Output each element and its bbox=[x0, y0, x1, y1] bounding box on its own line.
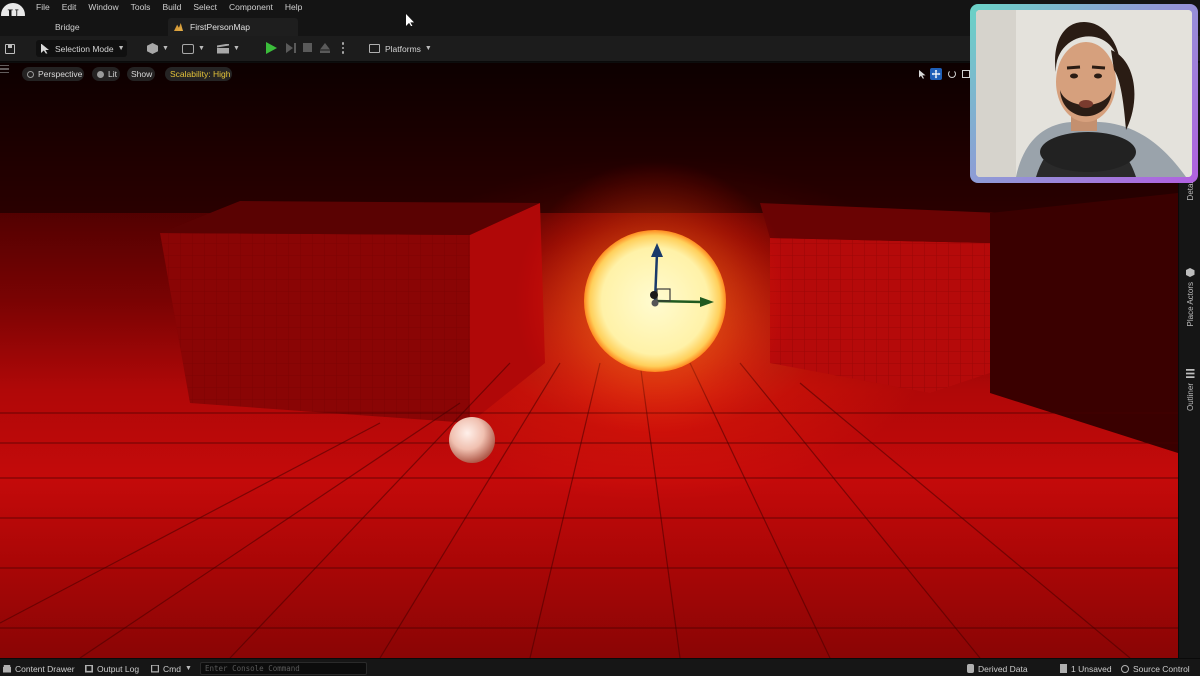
menu-edit[interactable]: Edit bbox=[56, 2, 83, 12]
play-icon[interactable] bbox=[266, 42, 277, 54]
webcam-overlay bbox=[970, 4, 1198, 183]
content-drawer-label: Content Drawer bbox=[15, 663, 75, 674]
derived-data-icon bbox=[967, 664, 974, 673]
source-control-label: Source Control bbox=[1133, 663, 1190, 674]
platforms-icon bbox=[369, 44, 380, 53]
show-label: Show bbox=[131, 69, 153, 79]
scale-tool-icon bbox=[962, 70, 970, 78]
right-wall bbox=[990, 193, 1178, 453]
save-icon bbox=[5, 43, 15, 54]
output-log-label: Output Log bbox=[97, 663, 140, 674]
perspective-button[interactable]: Perspective bbox=[22, 67, 84, 81]
select-tool-icon bbox=[918, 69, 926, 79]
place-actors-icon bbox=[1185, 268, 1195, 277]
source-control-button[interactable]: Source Control bbox=[1121, 662, 1190, 675]
content-drawer-icon bbox=[3, 664, 11, 673]
selection-mode-label: Selection Mode bbox=[55, 43, 114, 54]
move-tool-button[interactable] bbox=[930, 68, 942, 80]
level-map-icon bbox=[174, 23, 183, 31]
stop-icon[interactable] bbox=[303, 43, 312, 52]
place-actors-label: Place Actors bbox=[1185, 282, 1195, 327]
cinematics-icon bbox=[217, 43, 229, 54]
perspective-label: Perspective bbox=[38, 69, 83, 79]
cmd-dropdown[interactable]: Cmd ▼ bbox=[151, 662, 192, 675]
derived-data-label: Derived Data bbox=[978, 663, 1028, 674]
cmd-icon bbox=[151, 664, 159, 673]
cinematics-button[interactable]: ▼ bbox=[217, 41, 240, 56]
more-icon[interactable] bbox=[341, 41, 345, 55]
rotate-tool-icon bbox=[948, 70, 956, 78]
chevron-down-icon: ▼ bbox=[198, 45, 205, 52]
blueprint-icon bbox=[182, 43, 194, 54]
tab-bridge[interactable]: Bridge bbox=[55, 18, 80, 36]
chevron-down-icon: ▼ bbox=[424, 45, 432, 52]
menu-component[interactable]: Component bbox=[223, 2, 279, 12]
console-command-input[interactable]: Enter Console Command bbox=[200, 662, 367, 675]
view-mode-button[interactable]: Lit bbox=[92, 67, 120, 81]
select-tool-button[interactable] bbox=[916, 68, 928, 80]
status-bar: Content Drawer Output Log Cmd ▼ Enter Co… bbox=[0, 658, 1200, 676]
lit-icon bbox=[97, 70, 104, 78]
cmd-label: Cmd bbox=[163, 663, 181, 674]
show-button[interactable]: Show bbox=[127, 67, 155, 81]
add-actor-button[interactable]: ▼ bbox=[147, 41, 169, 56]
output-log-icon bbox=[85, 664, 93, 673]
selection-mode-dropdown[interactable]: Selection Mode ▼ bbox=[36, 40, 127, 57]
side-tab-place-actors[interactable]: Place Actors bbox=[1179, 268, 1200, 326]
chevron-down-icon: ▼ bbox=[117, 45, 125, 52]
rotate-tool-button[interactable] bbox=[946, 68, 958, 80]
menu-window[interactable]: Window bbox=[82, 2, 124, 12]
chevron-down-icon: ▼ bbox=[162, 45, 169, 52]
menu-tools[interactable]: Tools bbox=[125, 2, 157, 12]
menu-file[interactable]: File bbox=[36, 2, 56, 12]
outliner-icon bbox=[1185, 369, 1195, 378]
chevron-down-icon: ▼ bbox=[184, 665, 192, 672]
perspective-icon bbox=[27, 70, 34, 78]
derived-data-button[interactable]: Derived Data bbox=[967, 662, 1028, 675]
content-drawer-button[interactable]: Content Drawer bbox=[3, 662, 75, 675]
platforms-label: Platforms bbox=[385, 43, 421, 54]
streamer-image bbox=[976, 10, 1192, 177]
unsaved-button[interactable]: 1 Unsaved bbox=[1060, 662, 1112, 675]
sphere-mesh[interactable] bbox=[449, 417, 495, 463]
tab-bridge-label: Bridge bbox=[55, 22, 80, 32]
output-log-button[interactable]: Output Log bbox=[85, 662, 139, 675]
chevron-down-icon: ▼ bbox=[233, 45, 240, 52]
menu-build[interactable]: Build bbox=[156, 2, 187, 12]
source-control-icon bbox=[1121, 664, 1129, 673]
eject-icon[interactable] bbox=[320, 43, 330, 53]
blueprint-button[interactable]: ▼ bbox=[182, 41, 205, 56]
scalability-label: Scalability: High bbox=[170, 69, 231, 79]
save-button[interactable] bbox=[5, 40, 17, 57]
menu-select[interactable]: Select bbox=[187, 2, 223, 12]
add-actor-icon bbox=[147, 43, 158, 54]
platforms-dropdown[interactable]: Platforms ▼ bbox=[369, 40, 432, 57]
step-icon[interactable] bbox=[286, 43, 296, 53]
tab-first-person-map[interactable]: FirstPersonMap bbox=[168, 18, 298, 36]
unsaved-label: 1 Unsaved bbox=[1071, 663, 1112, 674]
menu-items: File Edit Window Tools Build Select Comp… bbox=[36, 2, 308, 12]
move-tool-icon bbox=[931, 69, 941, 79]
lit-label: Lit bbox=[108, 69, 117, 79]
tab-map-label: FirstPersonMap bbox=[190, 22, 250, 32]
side-tab-outliner[interactable]: Outliner bbox=[1179, 369, 1200, 411]
webcam-feed bbox=[976, 10, 1192, 177]
scalability-badge[interactable]: Scalability: High bbox=[165, 67, 232, 81]
menu-help[interactable]: Help bbox=[279, 2, 308, 12]
unsaved-icon bbox=[1060, 664, 1067, 673]
selection-arrow-icon bbox=[41, 43, 49, 54]
outliner-label: Outliner bbox=[1185, 383, 1195, 412]
